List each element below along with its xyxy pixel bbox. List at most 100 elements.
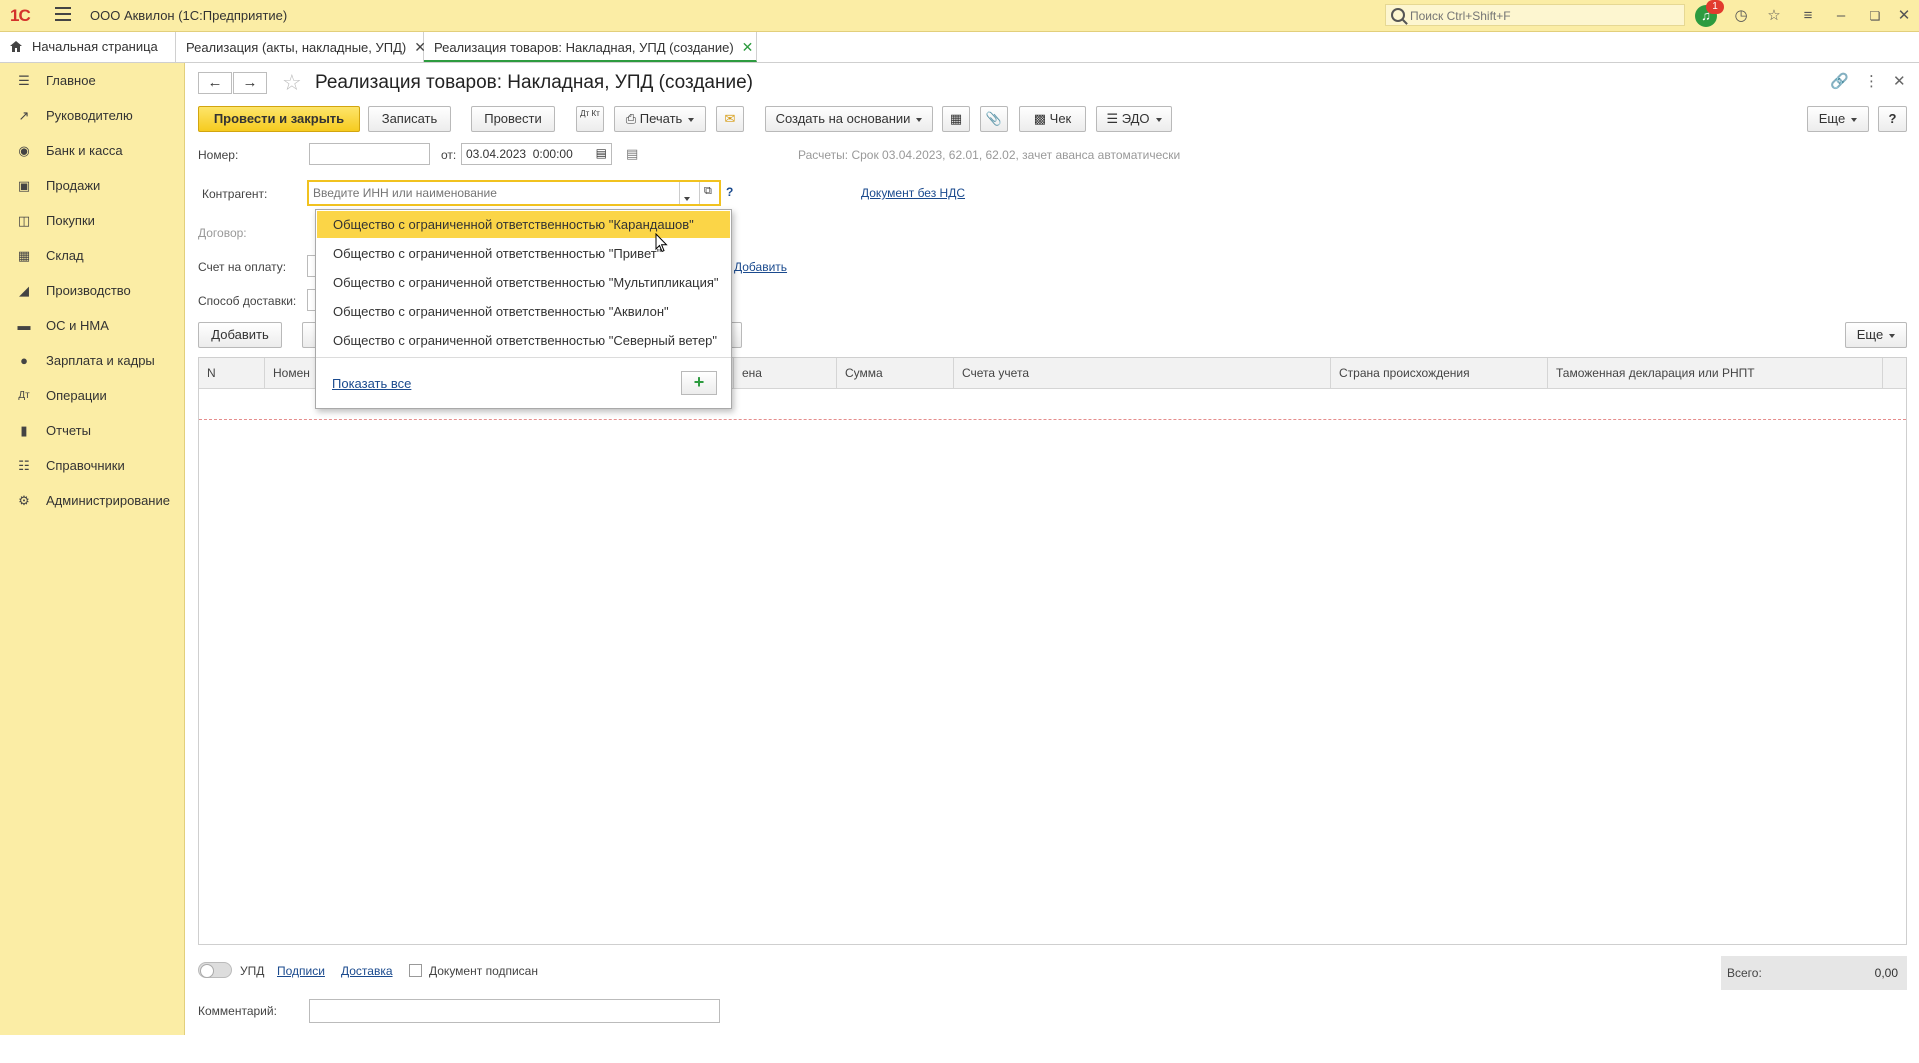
favorite-star-icon[interactable]: ☆	[282, 70, 302, 96]
tab-sales-list[interactable]: Реализация (акты, накладные, УПД) ✕	[176, 32, 426, 62]
more-button[interactable]: Еще	[1807, 106, 1869, 132]
check-button[interactable]: ▩ Чек	[1019, 106, 1086, 132]
mouse-cursor-icon	[655, 233, 668, 253]
sidebar-item-main[interactable]: ☰ Главное	[0, 66, 184, 96]
create-based-on-button[interactable]: Создать на основании	[765, 106, 933, 132]
sidebar-item-operations[interactable]: Дт Операции	[0, 381, 184, 411]
table-row-separator	[199, 419, 1906, 420]
show-all-link[interactable]: Показать все	[332, 376, 411, 391]
edo-button[interactable]: ☰ ЭДО	[1096, 106, 1172, 132]
link-icon[interactable]: 🔗	[1830, 72, 1849, 90]
restore-icon[interactable]: ❏	[1864, 5, 1886, 27]
close-tab-icon[interactable]: ✕	[742, 39, 754, 55]
add-invoice-link[interactable]: Добавить	[734, 260, 787, 274]
document-signed-label: Документ подписан	[429, 964, 538, 978]
column-header[interactable]: N	[199, 358, 265, 388]
print-button[interactable]: ⎙ Печать	[614, 106, 706, 132]
goods-table[interactable]: N Номен ена Сумма Счета учета Страна про…	[198, 357, 1907, 945]
sidebar-item-warehouse[interactable]: ▦ Склад	[0, 241, 184, 271]
dropdown-option[interactable]: Общество с ограниченной ответственностью…	[317, 298, 730, 325]
attachment-icon[interactable]: 📎	[980, 106, 1008, 132]
dropdown-arrow-icon[interactable]	[684, 191, 690, 205]
history-icon[interactable]: ◷	[1730, 5, 1752, 27]
search-input[interactable]	[1408, 8, 1682, 24]
global-search[interactable]	[1385, 4, 1685, 26]
person-icon: ●	[20, 353, 28, 368]
home-icon	[10, 33, 22, 52]
sidebar-item-production[interactable]: ◢ Производство	[0, 276, 184, 306]
invoice-field[interactable]	[307, 255, 315, 277]
post-button[interactable]: Провести	[471, 106, 555, 132]
counterparty-field[interactable]: ⧉	[307, 180, 721, 206]
help-question-icon[interactable]: ?	[726, 185, 733, 199]
coin-icon: ◉	[18, 143, 30, 158]
add-counterparty-button[interactable]: +	[681, 371, 717, 395]
gear-icon: ⚙	[18, 493, 30, 508]
sidebar-item-reports[interactable]: ▮ Отчеты	[0, 416, 184, 446]
functions-menu-icon[interactable]: ≡	[1797, 5, 1819, 27]
number-field[interactable]	[309, 143, 430, 165]
upd-toggle[interactable]	[198, 962, 232, 978]
structure-icon[interactable]: ▦	[942, 106, 970, 132]
counterparty-dropdown[interactable]: Общество с ограниченной ответственностью…	[315, 209, 732, 409]
invoice-label: Счет на оплату:	[198, 260, 287, 274]
minimize-icon[interactable]: –	[1830, 5, 1852, 27]
column-header[interactable]: Счета учета	[954, 358, 1331, 388]
app-logo: 1С	[10, 6, 31, 25]
trend-icon: ↗	[18, 108, 30, 123]
sidebar-item-payroll[interactable]: ● Зарплата и кадры	[0, 346, 184, 376]
open-icon[interactable]: ⧉	[704, 185, 712, 198]
sidebar-item-fixed-assets[interactable]: ▬ ОС и НМА	[0, 311, 184, 341]
dropdown-option[interactable]: Общество с ограниченной ответственностью…	[317, 327, 730, 354]
close-form-icon[interactable]: ✕	[1893, 72, 1906, 90]
menu-icon[interactable]	[55, 7, 71, 21]
bag-icon: ▣	[17, 178, 31, 193]
tab-label: Начальная страница	[32, 39, 158, 54]
sidebar-item-references[interactable]: ☷ Справочники	[0, 451, 184, 481]
signatures-link[interactable]: Подписи	[277, 964, 325, 978]
fill-icon[interactable]: ▤	[626, 146, 638, 162]
comment-input[interactable]	[310, 1000, 719, 1022]
forward-button[interactable]: →	[233, 72, 267, 94]
save-button[interactable]: Записать	[368, 106, 451, 132]
counterparty-input[interactable]	[309, 182, 675, 204]
help-button[interactable]: ?	[1878, 106, 1907, 132]
sidebar-item-purchases[interactable]: ◫ Покупки	[0, 206, 184, 236]
back-button[interactable]: ←	[198, 72, 232, 94]
tab-home[interactable]: Начальная страница	[0, 32, 176, 62]
sidebar-item-director[interactable]: ↗ Руководителю	[0, 101, 184, 131]
column-header[interactable]: Страна происхождения	[1331, 358, 1548, 388]
chart-icon: ▮	[20, 423, 28, 438]
favorites-star-icon[interactable]: ☆	[1763, 5, 1785, 27]
column-header[interactable]: ена	[733, 358, 837, 388]
delivery-field[interactable]	[307, 289, 315, 311]
sidebar-item-bank[interactable]: ◉ Банк и касса	[0, 136, 184, 166]
comment-field[interactable]	[309, 999, 720, 1023]
email-icon[interactable]: ✉	[716, 106, 744, 132]
column-header[interactable]: Таможенная декларация или РНПТ	[1548, 358, 1883, 388]
table-add-button[interactable]: Добавить	[198, 322, 282, 348]
number-input[interactable]	[310, 144, 429, 164]
dt-kt-icon[interactable]: Дт Кт	[576, 106, 604, 132]
table-more-button[interactable]: Еще	[1845, 322, 1907, 348]
page-title: Реализация товаров: Накладная, УПД (созд…	[315, 72, 753, 93]
total-label: Всего:	[1727, 966, 1762, 980]
dropdown-option[interactable]: Общество с ограниченной ответственностью…	[317, 269, 730, 296]
field-divider	[699, 182, 700, 204]
column-header[interactable]: Сумма	[837, 358, 954, 388]
printer-icon: ⎙	[625, 111, 637, 126]
delivery-link[interactable]: Доставка	[341, 964, 393, 978]
date-field[interactable]: ▤	[461, 143, 612, 165]
document-signed-checkbox[interactable]	[409, 964, 422, 977]
no-vat-document-link[interactable]: Документ без НДС	[861, 186, 965, 200]
sidebar-item-sales[interactable]: ▣ Продажи	[0, 171, 184, 201]
date-input[interactable]	[462, 144, 590, 164]
tabs-bar: Начальная страница Реализация (акты, нак…	[0, 32, 1919, 63]
search-icon	[1391, 8, 1405, 22]
sidebar-item-admin[interactable]: ⚙ Администрирование	[0, 486, 184, 516]
more-vertical-icon[interactable]: ⋮	[1864, 72, 1879, 90]
calendar-icon[interactable]: ▤	[596, 146, 607, 160]
tab-sales-document[interactable]: Реализация товаров: Накладная, УПД (созд…	[424, 32, 757, 62]
post-and-close-button[interactable]: Провести и закрыть	[198, 106, 360, 132]
close-window-icon[interactable]: ✕	[1893, 5, 1915, 27]
